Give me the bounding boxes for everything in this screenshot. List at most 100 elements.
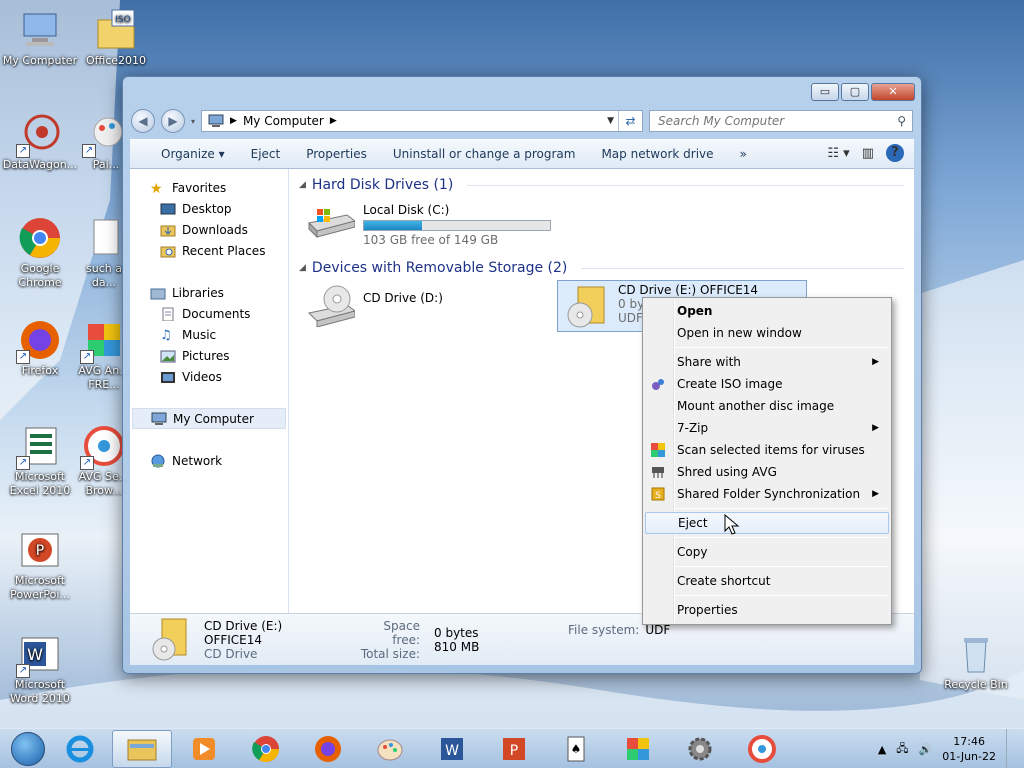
- address-dropdown-icon[interactable]: ▼: [607, 116, 614, 126]
- start-button[interactable]: [6, 730, 50, 768]
- system-tray: ▲ 🖧 🔊 17:46 01-Jun-22: [878, 729, 1014, 768]
- refresh-icon[interactable]: ⇄: [618, 111, 642, 131]
- taskbar-firefox[interactable]: [298, 730, 358, 768]
- desktop-icon-powerpoint[interactable]: P Microsoft PowerPoi...: [0, 528, 80, 602]
- taskbar-clock[interactable]: 17:46 01-Jun-22: [942, 734, 996, 764]
- nav-item-desktop[interactable]: Desktop: [130, 198, 288, 219]
- drive-d-label: CD Drive (D:): [363, 291, 443, 305]
- menu-item-create-iso[interactable]: Create ISO image: [645, 373, 889, 395]
- desktop-icon-recycle-bin[interactable]: Recycle Bin: [936, 632, 1016, 692]
- drive-c-usage-fill: [364, 221, 422, 230]
- nav-item-network[interactable]: Network: [130, 450, 288, 471]
- taskbar-chrome[interactable]: [236, 730, 296, 768]
- search-input[interactable]: [658, 114, 859, 128]
- volume-icon[interactable]: 🔊: [919, 743, 933, 756]
- details-name: CD Drive (E:) OFFICE14: [204, 618, 283, 647]
- menu-item-mount-disc[interactable]: Mount another disc image: [645, 395, 889, 417]
- breadcrumb-arrow-icon[interactable]: ▶: [330, 116, 337, 126]
- change-view-icon[interactable]: ☷ ▾: [827, 146, 849, 161]
- help-icon[interactable]: ?: [886, 144, 904, 162]
- drive-cd-d[interactable]: CD Drive (D:): [307, 285, 443, 327]
- shortcut-arrow-icon: ↗: [82, 144, 96, 158]
- menu-item-shared-folder-sync[interactable]: S Shared Folder Synchronization ▶: [645, 483, 889, 505]
- eject-button[interactable]: Eject: [238, 139, 294, 169]
- network-status-icon[interactable]: 🖧: [896, 740, 908, 759]
- properties-button[interactable]: Properties: [293, 139, 380, 169]
- minimize-button[interactable]: ▭: [811, 83, 839, 101]
- more-commands-button[interactable]: »: [727, 139, 760, 169]
- desktop-icon-word[interactable]: W ↗ Microsoft Word 2010: [0, 632, 80, 706]
- downloads-folder-icon: [160, 225, 176, 236]
- address-bar[interactable]: ▶ My Computer ▶ ▼ ⇄: [201, 110, 644, 132]
- taskbar-settings[interactable]: [670, 730, 730, 768]
- nav-item-libraries[interactable]: Libraries: [130, 282, 288, 303]
- view-controls: ☷ ▾ ▥ ?: [827, 144, 904, 162]
- recycle-bin-icon: [954, 632, 998, 676]
- taskbar-paint[interactable]: [360, 730, 420, 768]
- taskbar-windows-explorer[interactable]: [112, 729, 172, 768]
- uninstall-program-button[interactable]: Uninstall or change a program: [380, 139, 589, 169]
- group-hard-disk-drives[interactable]: ◢ Hard Disk Drives (1): [299, 177, 904, 193]
- svg-text:P: P: [510, 743, 518, 759]
- show-hidden-icons-icon[interactable]: ▲: [878, 743, 886, 756]
- map-network-drive-button[interactable]: Map network drive: [588, 139, 726, 169]
- excel-icon: ↗: [16, 424, 62, 470]
- desktop-icon-office2010[interactable]: ISO Office2010: [76, 8, 156, 68]
- windows-orb-icon: [11, 731, 45, 766]
- menu-item-eject[interactable]: Eject: [645, 512, 889, 534]
- menu-item-create-shortcut[interactable]: Create shortcut: [645, 570, 889, 592]
- menu-separator: [675, 595, 887, 596]
- nav-item-music[interactable]: ♫ Music: [130, 324, 288, 345]
- menu-item-open-new-window[interactable]: Open in new window: [645, 322, 889, 344]
- menu-item-share-with[interactable]: Share with ▶: [645, 351, 889, 373]
- menu-item-shred-avg[interactable]: Shred using AVG: [645, 461, 889, 483]
- nav-item-documents[interactable]: Documents: [130, 303, 288, 324]
- breadcrumb-my-computer[interactable]: My Computer: [243, 114, 324, 128]
- nav-item-videos[interactable]: Videos: [130, 366, 288, 387]
- search-icon[interactable]: ⚲: [897, 114, 906, 128]
- menu-item-copy[interactable]: Copy: [645, 541, 889, 563]
- drive-local-disk-c[interactable]: Local Disk (C:) 103 GB free of 149 GB: [307, 203, 551, 247]
- back-button[interactable]: ◀: [131, 109, 155, 133]
- taskbar-avg-browser[interactable]: [732, 730, 792, 768]
- taskbar-internet-explorer[interactable]: [50, 730, 110, 768]
- desktop-icon-my-computer[interactable]: My Computer: [0, 8, 80, 68]
- collapse-triangle-icon[interactable]: ◢: [299, 180, 306, 190]
- taskbar-powerpoint[interactable]: P: [484, 730, 544, 768]
- menu-item-open[interactable]: Open: [645, 300, 889, 322]
- desktop-icon-excel[interactable]: ↗ Microsoft Excel 2010: [0, 424, 80, 498]
- media-player-icon: [193, 737, 215, 760]
- forward-button[interactable]: ▶: [161, 109, 185, 133]
- menu-item-properties[interactable]: Properties: [645, 599, 889, 621]
- taskbar-media-player[interactable]: [174, 730, 234, 768]
- group-removable-storage[interactable]: ◢ Devices with Removable Storage (2): [299, 260, 904, 276]
- computer-icon: [18, 8, 62, 52]
- taskbar-avg[interactable]: [608, 730, 668, 768]
- recent-pages-chevron-icon[interactable]: ▾: [191, 117, 195, 126]
- nav-item-pictures[interactable]: Pictures: [130, 345, 288, 366]
- nav-item-my-computer[interactable]: My Computer: [132, 408, 286, 429]
- desktop-icon-firefox[interactable]: ↗ Firefox: [0, 318, 80, 378]
- search-box[interactable]: ⚲: [649, 110, 913, 132]
- menu-item-7zip[interactable]: 7-Zip ▶: [645, 417, 889, 439]
- context-menu: Open Open in new window Share with ▶ Crea…: [642, 297, 892, 625]
- nav-item-downloads[interactable]: Downloads: [130, 219, 288, 240]
- taskbar-word[interactable]: W: [422, 730, 482, 768]
- submenu-arrow-icon: ▶: [872, 423, 879, 433]
- desktop-icon-google-chrome[interactable]: Google Chrome: [0, 216, 80, 290]
- preview-pane-icon[interactable]: ▥: [862, 146, 874, 161]
- nav-item-favorites[interactable]: ★ Favorites: [130, 177, 288, 198]
- menu-item-scan-viruses[interactable]: Scan selected items for viruses: [645, 439, 889, 461]
- svg-text:♠: ♠: [571, 742, 582, 756]
- taskbar-solitaire[interactable]: ♠: [546, 730, 606, 768]
- close-button[interactable]: ✕: [871, 83, 915, 101]
- nav-item-recent-places[interactable]: Recent Places: [130, 240, 288, 261]
- collapse-triangle-icon[interactable]: ◢: [299, 263, 306, 273]
- show-desktop-button[interactable]: [1006, 729, 1014, 768]
- breadcrumb-arrow-icon[interactable]: ▶: [230, 116, 237, 126]
- maximize-button[interactable]: ▢: [841, 83, 869, 101]
- desktop-icon-datawagon[interactable]: ↗ DataWagon...: [0, 112, 80, 172]
- paint-icon: [377, 739, 403, 760]
- network-icon: [151, 454, 165, 467]
- organize-button[interactable]: Organize ▾: [148, 139, 238, 169]
